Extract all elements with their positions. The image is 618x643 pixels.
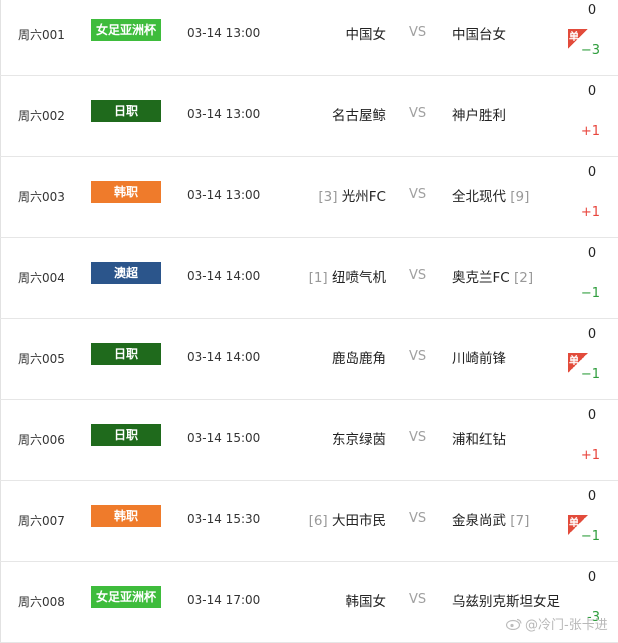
match-table: 周六001 女足亚洲杯 03-14 13:00 中国女 VS 中国台女 0 −3… xyxy=(0,0,618,643)
league-badge: 日职 xyxy=(91,343,161,365)
match-row[interactable]: 周六001 女足亚洲杯 03-14 13:00 中国女 VS 中国台女 0 −3… xyxy=(0,0,618,76)
vs-label: VS xyxy=(409,511,427,526)
league-badge: 日职 xyxy=(91,100,161,122)
match-row[interactable]: 周六003 韩职 03-14 13:00 [3] 光州FC VS 全北现代 [9… xyxy=(0,157,618,238)
away-rank: [7] xyxy=(506,513,530,529)
home-team-name: 大田市民 xyxy=(332,513,386,529)
home-team-name: 名古屋鲸 xyxy=(332,108,386,124)
away-team: 浦和红钻 xyxy=(452,428,506,448)
dan-label: 单 xyxy=(569,518,579,529)
match-time: 03-14 14:00 xyxy=(187,350,261,364)
away-team-name: 神户胜利 xyxy=(452,108,506,124)
handicap-value: +1 xyxy=(580,205,600,220)
match-row[interactable]: 周六004 澳超 03-14 14:00 [1] 纽喷气机 VS 奥克兰FC [… xyxy=(0,238,618,319)
league-badge: 女足亚洲杯 xyxy=(91,19,161,41)
match-code: 周六001 xyxy=(18,28,65,42)
match-row[interactable]: 周六002 日职 03-14 13:00 名古屋鲸 VS 神户胜利 0 +1 xyxy=(0,76,618,157)
match-time: 03-14 13:00 xyxy=(187,26,261,40)
vs-label: VS xyxy=(409,349,427,364)
match-time: 03-14 13:00 xyxy=(187,107,261,121)
match-code: 周六004 xyxy=(18,271,65,285)
score-value: 0 xyxy=(587,3,597,18)
match-code: 周六007 xyxy=(18,514,65,528)
away-team-name: 中国台女 xyxy=(452,27,506,43)
home-team: [1] 纽喷气机 xyxy=(309,266,386,286)
home-team-name: 光州FC xyxy=(341,189,386,205)
home-team-name: 纽喷气机 xyxy=(332,270,386,286)
vs-label: VS xyxy=(409,592,427,607)
home-rank: [6] xyxy=(308,513,332,529)
dan-corner-badge: 单 xyxy=(568,515,588,535)
home-team-name: 东京绿茵 xyxy=(332,432,386,448)
away-team-name: 全北现代 xyxy=(452,189,506,205)
match-code: 周六005 xyxy=(18,352,65,366)
score-value: 0 xyxy=(587,570,597,585)
away-team: 中国台女 xyxy=(452,23,506,43)
weibo-icon xyxy=(506,618,522,630)
away-team-name: 浦和红钻 xyxy=(452,432,506,448)
vs-label: VS xyxy=(409,430,427,445)
score-value: 0 xyxy=(587,165,597,180)
home-team-name: 韩国女 xyxy=(345,594,387,610)
watermark: @冷门-张卡进 xyxy=(506,614,608,633)
home-team: 东京绿茵 xyxy=(332,428,386,448)
score-value: 0 xyxy=(587,489,597,504)
match-time: 03-14 15:00 xyxy=(187,431,261,445)
home-team: 名古屋鲸 xyxy=(332,104,386,124)
away-team: 川崎前锋 xyxy=(452,347,506,367)
match-code: 周六002 xyxy=(18,109,65,123)
match-code: 周六006 xyxy=(18,433,65,447)
home-rank: [1] xyxy=(308,270,332,286)
dan-label: 单 xyxy=(569,32,579,43)
handicap-value: −1 xyxy=(580,286,600,301)
league-badge: 韩职 xyxy=(91,181,161,203)
score-value: 0 xyxy=(587,246,597,261)
vs-label: VS xyxy=(409,106,427,121)
league-badge: 日职 xyxy=(91,424,161,446)
home-team: 中国女 xyxy=(346,23,387,43)
away-team: 全北现代 [9] xyxy=(452,185,529,205)
match-row[interactable]: 周六005 日职 03-14 14:00 鹿岛鹿角 VS 川崎前锋 0 −1 单 xyxy=(0,319,618,400)
watermark-text: @冷门-张卡进 xyxy=(525,618,608,633)
match-time: 03-14 17:00 xyxy=(187,593,261,607)
dan-corner-badge: 单 xyxy=(568,29,588,49)
home-team: [6] 大田市民 xyxy=(309,509,386,529)
home-team-name: 鹿岛鹿角 xyxy=(332,351,386,367)
away-team: 神户胜利 xyxy=(452,104,506,124)
dan-corner-badge: 单 xyxy=(568,353,588,373)
home-team: 鹿岛鹿角 xyxy=(332,347,386,367)
league-badge: 澳超 xyxy=(91,262,161,284)
away-team: 金泉尚武 [7] xyxy=(452,509,529,529)
vs-label: VS xyxy=(409,187,427,202)
handicap-value: +1 xyxy=(580,448,600,463)
match-time: 03-14 13:00 xyxy=(187,188,261,202)
vs-label: VS xyxy=(409,25,427,40)
away-rank: [2] xyxy=(509,270,534,286)
away-team-name: 乌兹别克斯坦女足 xyxy=(452,594,560,610)
match-row[interactable]: 周六006 日职 03-14 15:00 东京绿茵 VS 浦和红钻 0 +1 xyxy=(0,400,618,481)
home-team: 韩国女 xyxy=(346,590,387,610)
away-team: 奥克兰FC [2] xyxy=(452,266,533,286)
away-rank: [9] xyxy=(506,189,530,205)
vs-label: VS xyxy=(409,268,427,283)
match-time: 03-14 15:30 xyxy=(187,512,261,526)
home-team-name: 中国女 xyxy=(345,27,387,43)
league-badge: 韩职 xyxy=(91,505,161,527)
league-badge: 女足亚洲杯 xyxy=(91,586,161,608)
score-value: 0 xyxy=(587,327,597,342)
home-rank: [3] xyxy=(318,189,342,205)
match-code: 周六008 xyxy=(18,595,65,609)
away-team: 乌兹别克斯坦女足 xyxy=(452,590,560,610)
score-value: 0 xyxy=(587,408,597,423)
away-team-name: 奥克兰FC xyxy=(452,270,510,286)
dan-label: 单 xyxy=(569,356,579,367)
handicap-value: +1 xyxy=(580,124,600,139)
match-time: 03-14 14:00 xyxy=(187,269,261,283)
match-row[interactable]: 周六007 韩职 03-14 15:30 [6] 大田市民 VS 金泉尚武 [7… xyxy=(0,481,618,562)
away-team-name: 川崎前锋 xyxy=(452,351,506,367)
away-team-name: 金泉尚武 xyxy=(452,513,506,529)
match-code: 周六003 xyxy=(18,190,65,204)
score-value: 0 xyxy=(587,84,597,99)
home-team: [3] 光州FC xyxy=(318,185,386,205)
